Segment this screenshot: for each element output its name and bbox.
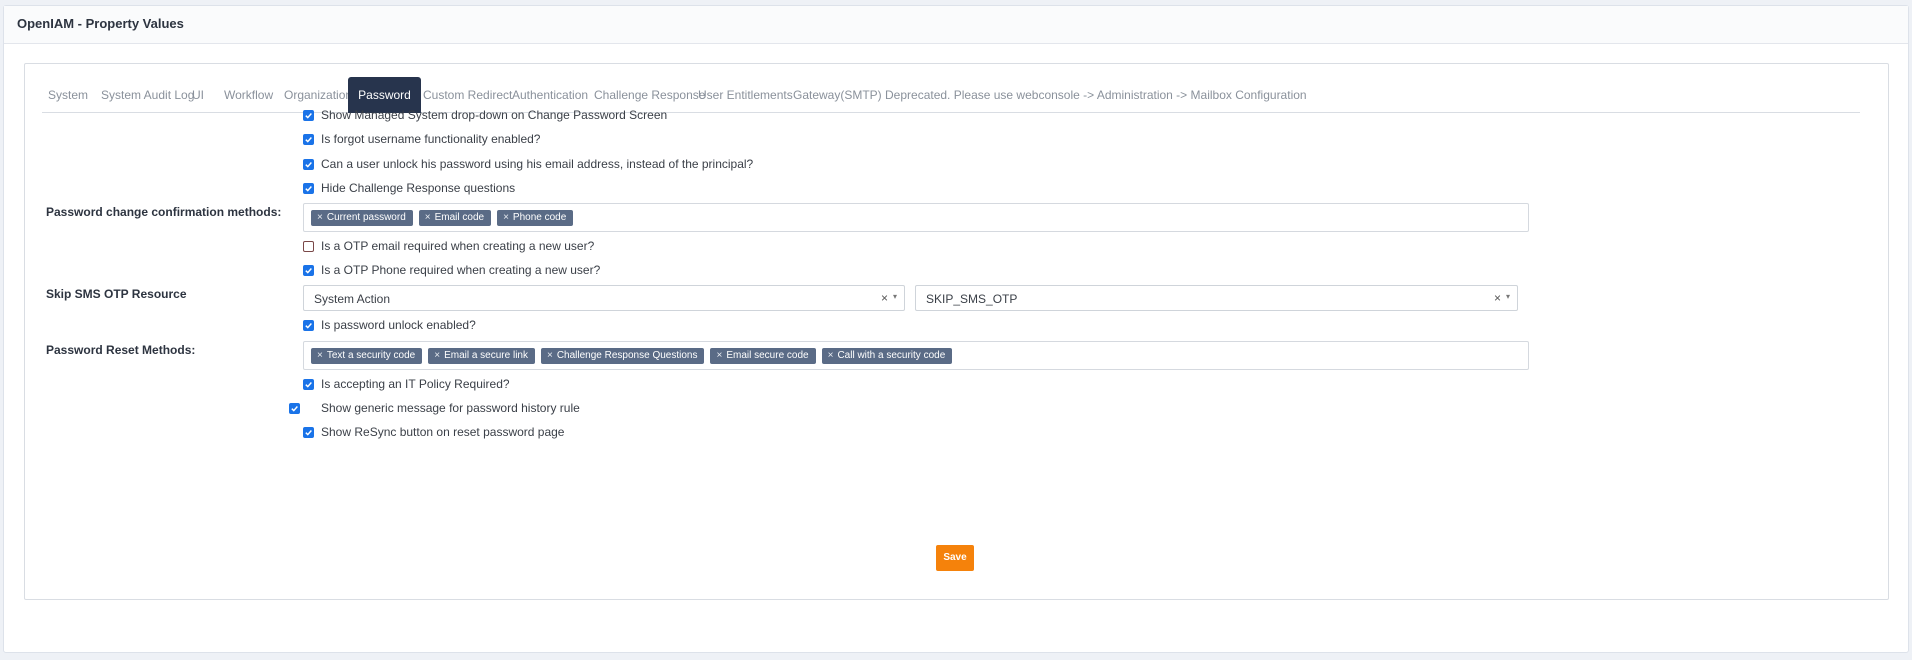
save-button[interactable]: Save: [936, 545, 974, 571]
remove-tag-icon[interactable]: ×: [503, 210, 509, 226]
confirmation-methods-multiselect[interactable]: × Current password × Email code × Phone cod…: [303, 203, 1529, 232]
page-title: OpenIAM - Property Values: [17, 16, 184, 31]
tag-phone-code[interactable]: × Phone code: [497, 209, 574, 226]
resync-button-row: Show ReSync button on reset password pag…: [303, 423, 564, 441]
unlock-by-email-checkbox[interactable]: [303, 158, 314, 170]
show-managed-system-label: Show Managed System drop-down on Change …: [321, 108, 668, 122]
tab-workflow[interactable]: Workflow: [224, 77, 273, 113]
page-container: OpenIAM - Property Values System System …: [3, 5, 1909, 653]
unlock-enabled-label: Is password unlock enabled?: [321, 318, 476, 332]
show-managed-system-checkbox[interactable]: [303, 109, 314, 121]
tab-gateway-smtp[interactable]: Gateway(SMTP) Deprecated. Please use web…: [793, 77, 1307, 113]
otp-email-checkbox[interactable]: [303, 240, 314, 252]
generic-message-checkbox[interactable]: [289, 402, 300, 414]
skip-sms-resource-select[interactable]: SKIP_SMS_OTP × ▾: [915, 285, 1518, 311]
unlock-by-email-label: Can a user unlock his password using his…: [321, 157, 754, 171]
clear-icon[interactable]: ×: [881, 291, 888, 305]
clear-icon[interactable]: ×: [1494, 291, 1501, 305]
generic-message-row: Show generic message for password histor…: [289, 399, 580, 417]
otp-phone-row: Is a OTP Phone required when creating a …: [303, 261, 600, 279]
resync-button-checkbox[interactable]: [303, 426, 314, 438]
it-policy-checkbox[interactable]: [303, 378, 314, 390]
tab-user-entitlements[interactable]: User Entitlements: [698, 77, 793, 113]
tab-system-audit-log[interactable]: System Audit Log: [101, 77, 194, 113]
forgot-username-label: Is forgot username functionality enabled…: [321, 132, 541, 146]
remove-tag-icon[interactable]: ×: [828, 348, 834, 364]
forgot-username-checkbox[interactable]: [303, 133, 314, 145]
unlock-by-email-row: Can a user unlock his password using his…: [303, 155, 753, 173]
it-policy-label: Is accepting an IT Policy Required?: [321, 377, 510, 391]
tag-call-security-code[interactable]: × Call with a security code: [821, 347, 953, 364]
skip-sms-resource-value: SKIP_SMS_OTP: [926, 292, 1018, 306]
resync-button-label: Show ReSync button on reset password pag…: [321, 425, 565, 439]
generic-message-label: Show generic message for password histor…: [321, 401, 580, 415]
show-managed-system-row: Show Managed System drop-down on Change …: [303, 106, 667, 124]
unlock-enabled-row: Is password unlock enabled?: [303, 316, 476, 334]
otp-email-row: Is a OTP email required when creating a …: [303, 237, 594, 255]
tag-text-security-code[interactable]: × Text a security code: [311, 347, 423, 364]
hide-challenge-checkbox[interactable]: [303, 182, 314, 194]
chevron-down-icon[interactable]: ▾: [893, 292, 897, 301]
page-header: OpenIAM - Property Values: [4, 6, 1908, 44]
otp-phone-label: Is a OTP Phone required when creating a …: [321, 263, 601, 277]
hide-challenge-label: Hide Challenge Response questions: [321, 181, 516, 195]
remove-tag-icon[interactable]: ×: [317, 348, 323, 364]
otp-phone-checkbox[interactable]: [303, 264, 314, 276]
tab-system[interactable]: System: [48, 77, 88, 113]
reset-methods-label: Password Reset Methods:: [46, 343, 196, 357]
settings-card: System System Audit Log UI Workflow Orga…: [24, 63, 1889, 600]
tag-email-secure-code[interactable]: × Email secure code: [710, 347, 816, 364]
skip-sms-type-value: System Action: [314, 292, 391, 306]
confirmation-methods-label: Password change confirmation methods:: [46, 205, 282, 219]
otp-email-label: Is a OTP email required when creating a …: [321, 239, 595, 253]
chevron-down-icon[interactable]: ▾: [1506, 292, 1510, 301]
forgot-username-row: Is forgot username functionality enabled…: [303, 130, 540, 148]
tag-email-code[interactable]: × Email code: [418, 209, 492, 226]
skip-sms-type-select[interactable]: System Action × ▾: [303, 285, 905, 311]
skip-sms-label: Skip SMS OTP Resource: [46, 287, 187, 301]
tag-email-secure-link[interactable]: × Email a secure link: [428, 347, 535, 364]
hide-challenge-row: Hide Challenge Response questions: [303, 179, 515, 197]
remove-tag-icon[interactable]: ×: [716, 348, 722, 364]
remove-tag-icon[interactable]: ×: [317, 210, 323, 226]
it-policy-row: Is accepting an IT Policy Required?: [303, 375, 510, 393]
remove-tag-icon[interactable]: ×: [425, 210, 431, 226]
tag-current-password[interactable]: × Current password: [311, 209, 413, 226]
remove-tag-icon[interactable]: ×: [547, 348, 553, 364]
tag-challenge-response-questions[interactable]: × Challenge Response Questions: [540, 347, 705, 364]
remove-tag-icon[interactable]: ×: [434, 348, 440, 364]
tab-ui[interactable]: UI: [192, 77, 204, 113]
unlock-enabled-checkbox[interactable]: [303, 319, 314, 331]
reset-methods-multiselect[interactable]: × Text a security code × Email a secure li…: [303, 341, 1529, 370]
